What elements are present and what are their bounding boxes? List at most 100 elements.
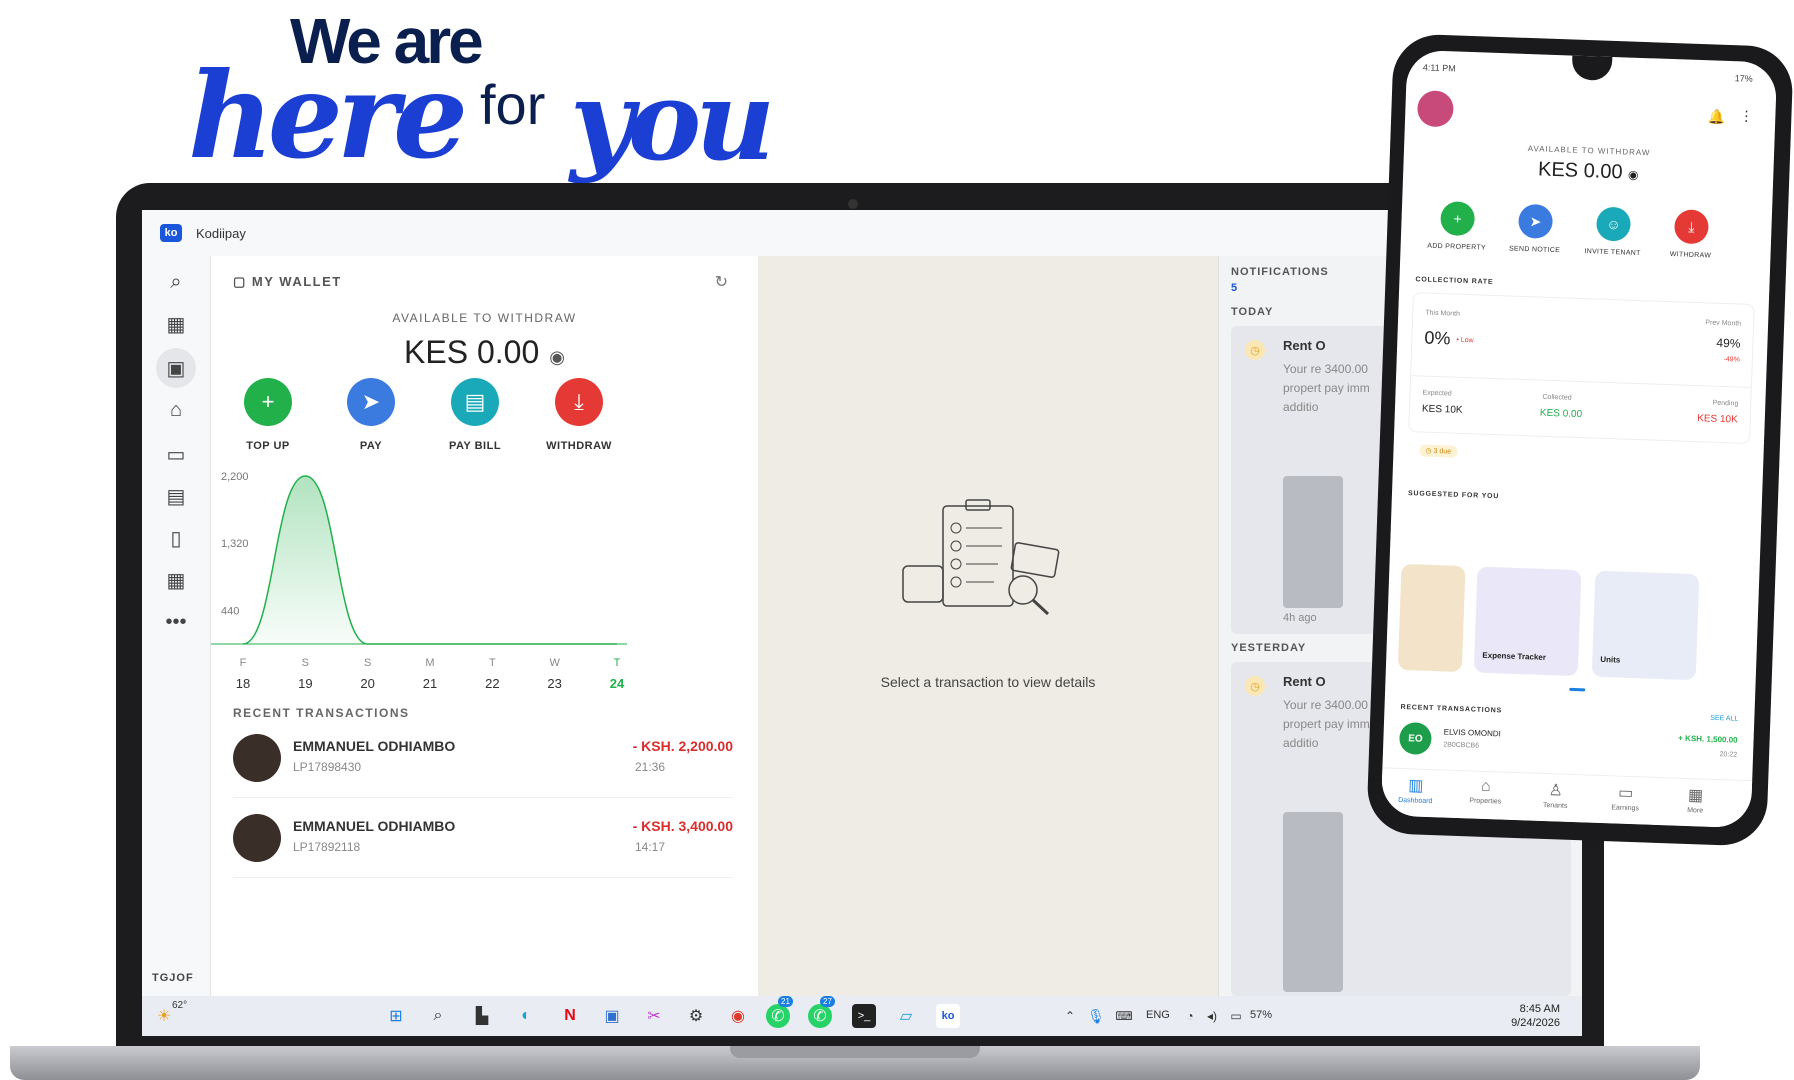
home-icon[interactable]: ⌂ (156, 390, 196, 430)
card-icon[interactable]: ▭ (156, 434, 196, 474)
tx-name: ELVIS OMONDI (1443, 727, 1502, 739)
tx-ref: 2B0CBCB6 (1443, 741, 1480, 750)
notification-title: Rent O (1283, 338, 1326, 353)
mic-icon[interactable]: 🎙 (1084, 1004, 1108, 1028)
wifi-icon[interactable]: ◔ (1178, 1004, 1202, 1028)
send-icon: ➤ (1517, 203, 1554, 239)
settings-icon[interactable]: ⚙ (684, 1004, 708, 1028)
available-label: AVAILABLE TO WITHDRAW (392, 311, 577, 325)
users-icon: ☺ (1595, 206, 1632, 242)
calendar-icon[interactable]: ▤ (156, 476, 196, 516)
windows-start-icon[interactable]: ⊞ (384, 1004, 408, 1028)
add-property-label: ADD PROPERTY (1427, 242, 1487, 252)
badge: 27 (820, 996, 835, 1007)
refresh-icon[interactable]: ↻ (715, 272, 728, 292)
see-all-link[interactable]: SEE ALL (1710, 715, 1738, 723)
pay-bill-button[interactable]: ▤ PAY BILL (430, 378, 520, 452)
hero-for: for (480, 73, 546, 136)
laptop-base (10, 1046, 1700, 1080)
x-tick-day: T (489, 657, 496, 669)
wallet-header: ▢ MY WALLET (233, 274, 342, 289)
snipping-icon[interactable]: ✂ (642, 1004, 666, 1028)
suggested-card-expense-tracker[interactable]: Expense Tracker (1473, 566, 1582, 677)
tx-time: 20:22 (1719, 751, 1738, 759)
clock[interactable]: 8:45 AM 9/24/2026 (1511, 1002, 1560, 1030)
kebab-menu-icon[interactable]: ⋮ (1739, 107, 1754, 124)
table-row[interactable]: EMMANUEL ODHIAMBO LP17892118 - KSH. 3,40… (233, 808, 733, 878)
search-icon[interactable]: ⌕ (156, 262, 196, 302)
suggested-card[interactable] (1397, 563, 1466, 673)
terminal-icon[interactable]: >_ (852, 1004, 876, 1028)
collection-card: This Month 0% • Low Prev Month 49% -49% … (1408, 292, 1755, 444)
bell-icon[interactable]: 🔔 (1708, 108, 1726, 126)
grid-icon[interactable]: ▦ (156, 560, 196, 600)
nav-tenants[interactable]: ♙ Tenants (1525, 779, 1586, 810)
clock-icon: ◷ (1245, 340, 1265, 360)
pay-button[interactable]: ➤ PAY (326, 378, 416, 452)
badge: 21 (778, 996, 793, 1007)
eye-icon[interactable]: ◉ (549, 347, 565, 367)
app-title: Kodiipay (196, 225, 246, 241)
x-tick-date: 20 (360, 676, 374, 691)
top-up-button[interactable]: + TOP UP (223, 378, 313, 452)
document-icon[interactable]: ▯ (156, 518, 196, 558)
pending-label: Pending (1712, 399, 1739, 408)
property-image (1283, 476, 1343, 608)
task-view-icon[interactable]: ▙ (470, 1004, 494, 1028)
withdraw-button[interactable]: ⤓ WITHDRAW (534, 378, 624, 452)
x-tick-date: 21 (423, 676, 437, 691)
speaker-icon[interactable]: ◂) (1200, 1004, 1224, 1028)
more-icon[interactable]: ••• (156, 602, 196, 642)
chrome-icon[interactable]: ◉ (726, 1004, 750, 1028)
clock-icon: ◷ (1245, 676, 1265, 696)
list-item[interactable]: EO ELVIS OMONDI 2B0CBCB6 + KSH. 1,500.00… (1398, 721, 1738, 774)
whatsapp-icon[interactable]: ✆ (766, 1004, 790, 1028)
app-icon[interactable]: ▱ (894, 1004, 918, 1028)
eye-icon[interactable]: ◉ (1628, 168, 1639, 182)
notification-title: Rent O (1283, 674, 1326, 689)
base-notch (730, 1046, 980, 1058)
carousel-dots[interactable] (1505, 686, 1595, 693)
language[interactable]: ENG (1146, 1009, 1170, 1021)
prev-month-change: -49% (1723, 355, 1740, 364)
dashboard-icon[interactable]: ▦ (156, 304, 196, 344)
table-row[interactable]: EMMANUEL ODHIAMBO LP17898430 - KSH. 2,20… (233, 728, 733, 798)
nav-more[interactable]: ▦ More (1665, 784, 1726, 815)
pay-label: PAY (359, 440, 383, 452)
edge-icon[interactable]: ◐ (514, 1004, 538, 1028)
whatsapp-icon[interactable]: ✆ (808, 1004, 832, 1028)
low-tag: • Low (1456, 336, 1474, 345)
kodiipay-logo: ko (160, 224, 182, 242)
invite-tenant-button[interactable]: ☺ INVITE TENANT (1574, 206, 1652, 258)
add-property-button[interactable]: + ADD PROPERTY (1419, 200, 1497, 252)
wallet-balance: KES 0.00 ◉ (211, 334, 758, 371)
chevron-up-icon[interactable]: ⌃ (1058, 1004, 1082, 1028)
notification-time: 4h ago (1283, 612, 1317, 624)
suggested-card-units[interactable]: Units (1591, 570, 1700, 681)
search-icon[interactable]: ⌕ (426, 1004, 450, 1028)
nav-label: Properties (1469, 797, 1502, 806)
wallet-icon[interactable]: ▣ (156, 348, 196, 388)
netflix-icon[interactable]: N (558, 1004, 582, 1028)
nav-dashboard[interactable]: ▥ Dashboard (1385, 774, 1446, 805)
nav-label: Tenants (1542, 801, 1568, 810)
x-tick-day: T (614, 657, 621, 669)
download-icon: ⤓ (1673, 209, 1710, 245)
store-icon[interactable]: ▣ (600, 1004, 624, 1028)
send-notice-button[interactable]: ➤ SEND NOTICE (1496, 203, 1574, 255)
nav-properties[interactable]: ⌂ Properties (1455, 777, 1516, 806)
empty-state-message: Select a transaction to view details (880, 674, 1096, 690)
battery-icon[interactable]: ▭ (1224, 1004, 1248, 1028)
nav-earnings[interactable]: ▭ Earnings (1595, 782, 1656, 813)
collection-rate-title: COLLECTION RATE (1415, 276, 1494, 286)
x-tick-date: 24 (610, 676, 625, 691)
prev-month-value: 49% (1716, 335, 1741, 351)
kodiipay-taskbar-icon[interactable]: ko (936, 1004, 960, 1028)
keyboard-icon[interactable]: ⌨ (1112, 1004, 1136, 1028)
weekly-chart: 2,200 1,320 440 F 18 S 19 S 20 M 21 T 22 W 23 T 24 (211, 471, 627, 691)
carousel-active-dot (1569, 687, 1586, 692)
x-tick-date: 22 (485, 676, 499, 691)
withdraw-button[interactable]: ⤓ WITHDRAW (1652, 208, 1730, 260)
status-time: 4:11 PM (1422, 62, 1456, 74)
avatar[interactable] (1416, 90, 1455, 128)
